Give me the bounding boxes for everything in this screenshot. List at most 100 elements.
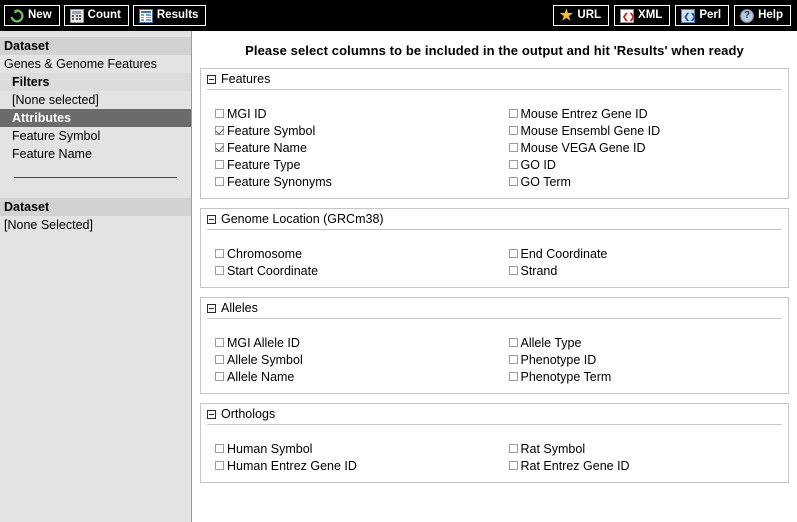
checkbox-row-rat-entrez-gene-id[interactable]: Rat Entrez Gene ID [508, 457, 789, 474]
checkbox-label-feature-type: Feature Type [227, 157, 301, 172]
checkbox-phenotype-term[interactable] [508, 372, 518, 381]
checkbox-row-feature-symbol[interactable]: Feature Symbol [215, 122, 495, 139]
checkbox-allele-type[interactable] [508, 338, 518, 347]
checkbox-human-entrez-gene-id[interactable] [215, 461, 224, 470]
refresh-icon [10, 8, 24, 23]
checkbox-row-mgi-allele-id[interactable]: MGI Allele ID [215, 334, 495, 351]
checkbox-label-feature-synonyms: Feature Synonyms [227, 174, 332, 189]
count-button[interactable]: Count [63, 5, 129, 26]
checkbox-start-coordinate[interactable] [215, 266, 224, 275]
checkbox-mouse-vega-gene-id[interactable] [508, 143, 518, 152]
checkbox-row-go-term[interactable]: GO Term [508, 173, 789, 190]
panel-features-body: MGI ID Feature Symbol Feature Name Featu… [201, 90, 788, 198]
checkbox-row-phenotype-term[interactable]: Phenotype Term [508, 368, 789, 385]
checkbox-feature-synonyms[interactable] [215, 177, 224, 186]
xml-button[interactable]: ❮❯ XML [614, 5, 671, 26]
help-button-label: Help [758, 8, 783, 21]
checkbox-label-feature-name: Feature Name [227, 140, 307, 155]
main-content: Please select columns to be included in … [192, 31, 797, 522]
panel-orthologs-right-column: Rat Symbol Rat Entrez Gene ID [495, 440, 789, 474]
sidebar-item-attributes[interactable]: Attributes [0, 109, 191, 127]
help-button[interactable]: ? Help [734, 5, 791, 26]
panel-orthologs-left-column: Human Symbol Human Entrez Gene ID [201, 440, 495, 474]
sidebar-dataset2-value[interactable]: [None Selected] [0, 216, 191, 234]
collapse-toggle-icon[interactable] [207, 409, 216, 419]
sidebar-attribute-feature-symbol[interactable]: Feature Symbol [0, 127, 191, 145]
new-button-label: New [28, 8, 52, 21]
checkbox-row-mouse-entrez-gene-id[interactable]: Mouse Entrez Gene ID [508, 105, 789, 122]
checkbox-row-feature-synonyms[interactable]: Feature Synonyms [215, 173, 495, 190]
checkbox-label-mouse-ensembl-gene-id: Mouse Ensembl Gene ID [520, 123, 661, 138]
checkbox-mouse-ensembl-gene-id[interactable] [508, 126, 518, 135]
checkbox-label-feature-symbol: Feature Symbol [227, 123, 316, 138]
url-button[interactable]: ★ URL [553, 5, 610, 26]
sidebar-filters-value[interactable]: [None selected] [0, 91, 191, 109]
checkbox-row-allele-name[interactable]: Allele Name [215, 368, 495, 385]
collapse-toggle-icon[interactable] [207, 303, 216, 313]
checkbox-row-mouse-vega-gene-id[interactable]: Mouse VEGA Gene ID [508, 139, 789, 156]
checkbox-label-rat-entrez-gene-id: Rat Entrez Gene ID [520, 458, 630, 473]
checkbox-mouse-entrez-gene-id[interactable] [508, 109, 518, 118]
checkbox-go-term[interactable] [508, 177, 518, 186]
checkbox-label-go-term: GO Term [520, 174, 571, 189]
question-circle-icon: ? [740, 8, 755, 23]
checkbox-row-end-coordinate[interactable]: End Coordinate [508, 245, 789, 262]
checkbox-label-end-coordinate: End Coordinate [520, 246, 608, 261]
checkbox-row-human-symbol[interactable]: Human Symbol [215, 440, 495, 457]
sidebar-dataset-value[interactable]: Genes & Genome Features [0, 55, 191, 73]
checkbox-row-feature-type[interactable]: Feature Type [215, 156, 495, 173]
perl-button-label: Perl [699, 8, 722, 21]
checkbox-mgi-id[interactable] [215, 109, 224, 118]
panel-genome-location-right-column: End Coordinate Strand [495, 245, 789, 279]
new-button[interactable]: New [4, 5, 60, 26]
checkbox-row-mouse-ensembl-gene-id[interactable]: Mouse Ensembl Gene ID [508, 122, 789, 139]
checkbox-label-allele-type: Allele Type [520, 335, 582, 350]
checkbox-row-feature-name[interactable]: Feature Name [215, 139, 495, 156]
xml-button-label: XML [638, 8, 663, 21]
panel-alleles-header: Alleles [201, 298, 788, 317]
checkbox-row-mgi-id[interactable]: MGI ID [215, 105, 495, 122]
checkbox-row-phenotype-id[interactable]: Phenotype ID [508, 351, 789, 368]
checkbox-row-rat-symbol[interactable]: Rat Symbol [508, 440, 789, 457]
panel-features-title: Features [221, 72, 271, 86]
results-button[interactable]: Results [132, 5, 207, 26]
checkbox-row-allele-symbol[interactable]: Allele Symbol [215, 351, 495, 368]
checkbox-row-allele-type[interactable]: Allele Type [508, 334, 789, 351]
checkbox-human-symbol[interactable] [215, 444, 224, 453]
checkbox-rat-entrez-gene-id[interactable] [508, 461, 518, 470]
checkbox-row-start-coordinate[interactable]: Start Coordinate [215, 262, 495, 279]
sidebar-dataset-heading: Dataset [0, 37, 191, 55]
checkbox-feature-type[interactable] [215, 160, 224, 169]
checkbox-strand[interactable] [508, 266, 518, 275]
panel-alleles-body: MGI Allele ID Allele Symbol Allele Name … [201, 319, 788, 393]
calculator-icon [69, 8, 84, 23]
collapse-toggle-icon[interactable] [207, 214, 216, 224]
checkbox-mgi-allele-id[interactable] [215, 338, 224, 347]
checkbox-row-chromosome[interactable]: Chromosome [215, 245, 495, 262]
checkbox-label-human-symbol: Human Symbol [227, 441, 313, 456]
count-button-label: Count [87, 8, 121, 21]
collapse-toggle-icon[interactable] [207, 74, 216, 84]
checkbox-chromosome[interactable] [215, 249, 224, 258]
checkbox-feature-name[interactable] [215, 143, 224, 152]
checkbox-label-phenotype-id: Phenotype ID [520, 352, 597, 367]
checkbox-allele-name[interactable] [215, 372, 224, 381]
url-button-label: URL [577, 8, 602, 21]
sidebar-attribute-feature-name[interactable]: Feature Name [0, 145, 191, 163]
checkbox-label-mouse-vega-gene-id: Mouse VEGA Gene ID [520, 140, 646, 155]
checkbox-row-human-entrez-gene-id[interactable]: Human Entrez Gene ID [215, 457, 495, 474]
perl-document-icon: ❮❯ [681, 8, 697, 23]
checkbox-label-strand: Strand [520, 263, 558, 278]
checkbox-rat-symbol[interactable] [508, 444, 518, 453]
checkbox-go-id[interactable] [508, 160, 518, 169]
star-icon: ★ [559, 6, 574, 24]
checkbox-feature-symbol[interactable] [215, 126, 224, 135]
checkbox-row-strand[interactable]: Strand [508, 262, 789, 279]
checkbox-allele-symbol[interactable] [215, 355, 224, 364]
perl-button[interactable]: ❮❯ Perl [675, 5, 730, 26]
panel-features-left-column: MGI ID Feature Symbol Feature Name Featu… [201, 105, 495, 190]
checkbox-end-coordinate[interactable] [508, 249, 518, 258]
checkbox-row-go-id[interactable]: GO ID [508, 156, 789, 173]
sidebar-spacer [0, 178, 191, 198]
checkbox-phenotype-id[interactable] [508, 355, 518, 364]
